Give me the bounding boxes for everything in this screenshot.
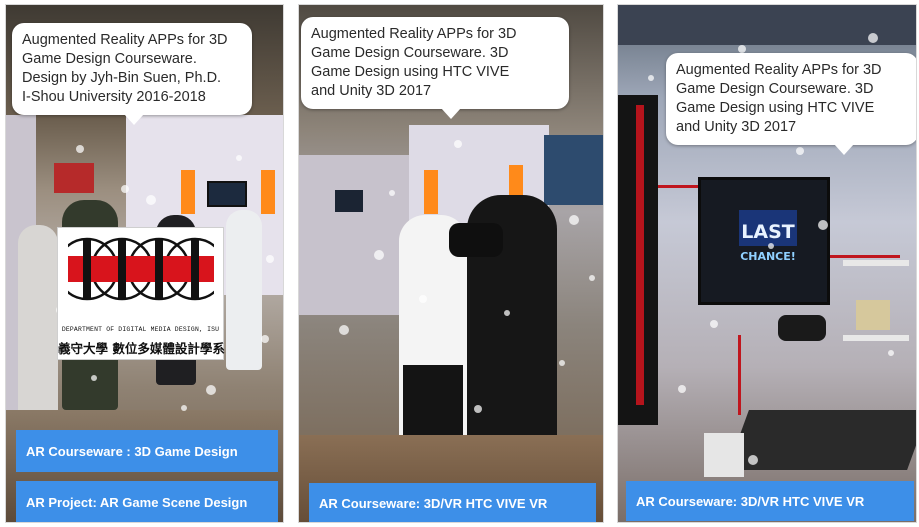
ar-particle [76, 145, 84, 153]
ar-screen-game-design: Augmented Reality APPs for 3D Game Desig… [5, 4, 284, 523]
bubble-line: Game Design Courseware. [22, 51, 197, 67]
bubble-line: Augmented Reality APPs for 3D [311, 26, 517, 42]
qr-code-stand [704, 433, 744, 477]
game-title-line1: LAST [741, 221, 794, 243]
logo-department-text: DEPARTMENT OF DIGITAL MEDIA DESIGN, ISU [61, 326, 220, 333]
orange-pixel-decor [181, 170, 195, 214]
ar-particle [121, 185, 129, 193]
orange-pixel-decor [424, 170, 438, 214]
ar-particle [181, 405, 187, 411]
shelf [843, 260, 909, 266]
ar-particle [504, 310, 510, 316]
ar-courseware-vive-button[interactable]: AR Courseware: 3D/VR HTC VIVE VR [309, 483, 596, 522]
booth-wall [299, 155, 409, 315]
ar-particle [868, 33, 878, 43]
ar-particle [389, 190, 395, 196]
ar-particle [589, 275, 595, 281]
ar-courseware-vive-button[interactable]: AR Courseware: 3D/VR HTC VIVE VR [626, 481, 914, 521]
ar-screen-htc-vive-booth: Augmented Reality APPs for 3D Game Desig… [298, 4, 604, 523]
ar-particle [678, 385, 686, 393]
vr-headset-display [778, 315, 826, 341]
game-display-screen: LAST CHANCE! [698, 177, 830, 305]
logo-chinese-text: 義守大學 數位多媒體設計學系 [58, 341, 225, 356]
ar-particle [796, 147, 804, 155]
ar-particle [888, 350, 894, 356]
poster [544, 135, 603, 205]
ar-particle [374, 250, 384, 260]
game-title-line2: CHANCE! [740, 250, 796, 263]
ar-particle [710, 320, 718, 328]
display-monitor [207, 181, 247, 207]
info-speech-bubble: Augmented Reality APPs for 3D Game Desig… [301, 17, 569, 119]
bubble-line: and Unity 3D 2017 [311, 83, 432, 99]
bubble-line: Design by Jyh-Bin Suen, Ph.D. [22, 70, 222, 86]
bubble-line: Augmented Reality APPs for 3D [22, 32, 228, 48]
red-circuit-line [738, 335, 741, 415]
last-chance-game-title: LAST CHANCE! [739, 210, 797, 263]
ar-particle [738, 45, 746, 53]
ar-project-scene-design-button[interactable]: AR Project: AR Game Scene Design [16, 481, 278, 522]
orange-pixel-decor [261, 170, 275, 214]
bubble-line: Augmented Reality APPs for 3D [676, 62, 882, 78]
info-speech-bubble: Augmented Reality APPs for 3D Game Desig… [12, 23, 252, 125]
ar-particle [339, 325, 349, 335]
shelf [843, 335, 909, 341]
ar-screen-last-chance: LAST CHANCE! Augmented Reality APPs for … [617, 4, 917, 523]
ar-particle [261, 335, 269, 343]
bubble-line: Game Design using HTC VIVE [311, 64, 510, 80]
ar-particle [266, 255, 274, 263]
ar-particle [91, 375, 97, 381]
ar-particle [818, 220, 828, 230]
ar-particle [236, 155, 242, 161]
ar-courseware-game-design-button[interactable]: AR Courseware : 3D Game Design [16, 430, 278, 472]
red-circuit-line [636, 105, 644, 405]
bubble-line: Game Design using HTC VIVE [676, 100, 875, 116]
poster [54, 163, 94, 193]
display-monitor [335, 190, 363, 212]
ar-particle [768, 243, 774, 249]
person-skirt [403, 365, 463, 445]
info-speech-bubble: Augmented Reality APPs for 3D Game Desig… [666, 53, 916, 155]
shelf-item [856, 300, 890, 330]
bubble-line: Game Design Courseware. 3D [311, 45, 509, 61]
ar-particle [559, 360, 565, 366]
red-circuit-line [830, 255, 900, 258]
person-silhouette [18, 225, 58, 415]
ar-particle [419, 295, 427, 303]
ar-particle [748, 455, 758, 465]
ar-particle [206, 385, 216, 395]
ar-particle [648, 75, 654, 81]
ar-particle [454, 140, 462, 148]
ar-particle [569, 215, 579, 225]
bubble-line: Game Design Courseware. 3D [676, 81, 874, 97]
ar-particle [146, 195, 156, 205]
person-silhouette [226, 210, 262, 370]
bubble-line: I-Shou University 2016-2018 [22, 89, 206, 105]
bubble-line: and Unity 3D 2017 [676, 119, 797, 135]
isu-department-logo: DEPARTMENT OF DIGITAL MEDIA DESIGN, ISU … [57, 227, 225, 360]
ar-particle [474, 405, 482, 413]
logo-rings-graphic [68, 237, 214, 301]
vr-headset [449, 223, 503, 257]
